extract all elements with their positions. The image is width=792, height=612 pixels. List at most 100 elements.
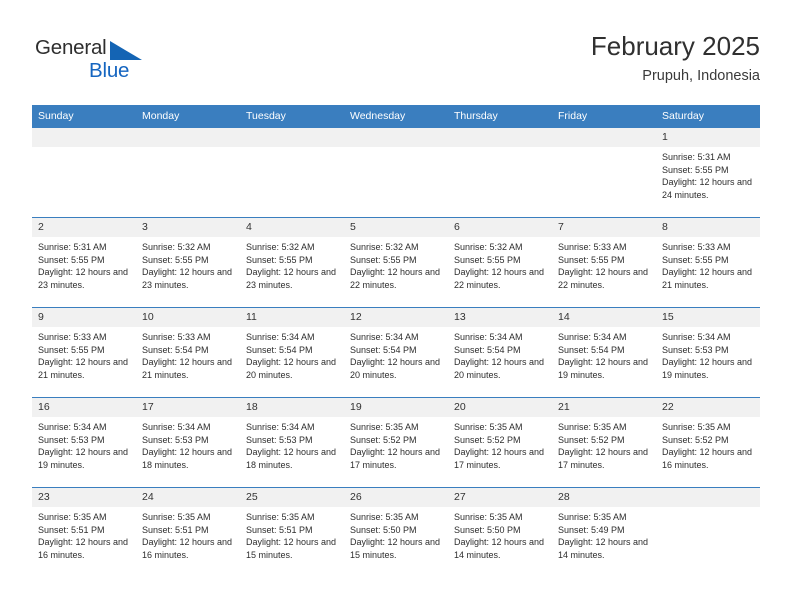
- day-sun-info: Sunrise: 5:34 AM Sunset: 5:54 PM Daylight:…: [448, 327, 552, 381]
- sunset-text: Sunset: 5:50 PM: [454, 524, 521, 535]
- day-number: 9: [32, 308, 136, 327]
- day-sun-info: Sunrise: 5:33 AM Sunset: 5:55 PM Daylight:…: [32, 327, 136, 381]
- sunrise-text: Sunrise: 5:35 AM: [454, 512, 523, 522]
- calendar-day-cell[interactable]: 9 Sunrise: 5:33 AM Sunset: 5:55 PM Daylight…: [32, 307, 136, 398]
- day-number: 8: [656, 218, 760, 237]
- calendar-body: 1 Sunrise: 5:31 AM Sunset: 5:55 PM Daylight…: [32, 127, 760, 577]
- day-sun-info: Sunrise: 5:31 AM Sunset: 5:55 PM Daylight:…: [656, 147, 760, 201]
- sunset-text: Sunset: 5:54 PM: [454, 344, 521, 355]
- daylight-text: Daylight: 12 hours and 16 minutes.: [662, 447, 753, 470]
- calendar-day-cell[interactable]: 14 Sunrise: 5:34 AM Sunset: 5:54 PM Dayligh…: [552, 307, 656, 398]
- day-number: 2: [32, 218, 136, 237]
- day-sun-info: Sunrise: 5:32 AM Sunset: 5:55 PM Daylight:…: [136, 237, 240, 291]
- calendar-day-cell[interactable]: 6 Sunrise: 5:32 AM Sunset: 5:55 PM Daylight…: [448, 217, 552, 308]
- calendar-day-cell[interactable]: 5 Sunrise: 5:32 AM Sunset: 5:55 PM Daylight…: [344, 217, 448, 308]
- calendar-day-cell[interactable]: 3 Sunrise: 5:32 AM Sunset: 5:55 PM Daylight…: [136, 217, 240, 308]
- calendar-day-cell[interactable]: 17 Sunrise: 5:34 AM Sunset: 5:53 PM Dayligh…: [136, 397, 240, 488]
- daylight-text: Daylight: 12 hours and 16 minutes.: [38, 537, 129, 560]
- day-number: 6: [448, 218, 552, 237]
- calendar-week-row: 2 Sunrise: 5:31 AM Sunset: 5:55 PM Daylight…: [32, 217, 760, 308]
- day-sun-info: Sunrise: 5:32 AM Sunset: 5:55 PM Daylight:…: [448, 237, 552, 291]
- calendar-day-cell[interactable]: 12 Sunrise: 5:34 AM Sunset: 5:54 PM Dayligh…: [344, 307, 448, 398]
- general-blue-logo[interactable]: General Blue: [32, 36, 262, 92]
- calendar-day-cell[interactable]: 11 Sunrise: 5:34 AM Sunset: 5:54 PM Dayligh…: [240, 307, 344, 398]
- calendar-day-cell[interactable]: 26 Sunrise: 5:35 AM Sunset: 5:50 PM Dayligh…: [344, 487, 448, 577]
- calendar-day-cell-empty: [344, 127, 448, 218]
- calendar-day-cell[interactable]: 7 Sunrise: 5:33 AM Sunset: 5:55 PM Daylight…: [552, 217, 656, 308]
- day-sun-info: Sunrise: 5:34 AM Sunset: 5:53 PM Daylight:…: [32, 417, 136, 471]
- calendar-day-cell[interactable]: 16 Sunrise: 5:34 AM Sunset: 5:53 PM Dayligh…: [32, 397, 136, 488]
- day-sun-info: Sunrise: 5:34 AM Sunset: 5:53 PM Daylight:…: [656, 327, 760, 381]
- sunrise-text: Sunrise: 5:31 AM: [662, 152, 731, 162]
- sunrise-text: Sunrise: 5:35 AM: [558, 422, 627, 432]
- day-number: 28: [552, 488, 656, 507]
- day-number: [136, 128, 240, 147]
- weekday-header-row: Sunday Monday Tuesday Wednesday Thursday…: [32, 105, 760, 128]
- calendar-day-cell[interactable]: 8 Sunrise: 5:33 AM Sunset: 5:55 PM Daylight…: [656, 217, 760, 308]
- day-number: 11: [240, 308, 344, 327]
- calendar-day-cell[interactable]: 10 Sunrise: 5:33 AM Sunset: 5:54 PM Dayligh…: [136, 307, 240, 398]
- day-sun-info: Sunrise: 5:35 AM Sunset: 5:49 PM Daylight:…: [552, 507, 656, 561]
- calendar-day-cell[interactable]: 28 Sunrise: 5:35 AM Sunset: 5:49 PM Dayligh…: [552, 487, 656, 577]
- day-sun-info: Sunrise: 5:35 AM Sunset: 5:52 PM Daylight:…: [656, 417, 760, 471]
- day-number: 5: [344, 218, 448, 237]
- sunset-text: Sunset: 5:52 PM: [454, 434, 521, 445]
- calendar-day-cell[interactable]: 24 Sunrise: 5:35 AM Sunset: 5:51 PM Dayligh…: [136, 487, 240, 577]
- sunset-text: Sunset: 5:55 PM: [246, 254, 313, 265]
- sunset-text: Sunset: 5:54 PM: [246, 344, 313, 355]
- sunset-text: Sunset: 5:55 PM: [142, 254, 209, 265]
- sunset-text: Sunset: 5:53 PM: [662, 344, 729, 355]
- day-sun-info: Sunrise: 5:35 AM Sunset: 5:52 PM Daylight:…: [552, 417, 656, 471]
- sunset-text: Sunset: 5:55 PM: [350, 254, 417, 265]
- daylight-text: Daylight: 12 hours and 14 minutes.: [454, 537, 545, 560]
- daylight-text: Daylight: 12 hours and 17 minutes.: [454, 447, 545, 470]
- sunrise-text: Sunrise: 5:32 AM: [142, 242, 211, 252]
- sunset-text: Sunset: 5:54 PM: [350, 344, 417, 355]
- daylight-text: Daylight: 12 hours and 20 minutes.: [350, 357, 441, 380]
- daylight-text: Daylight: 12 hours and 24 minutes.: [662, 177, 753, 200]
- day-number: 21: [552, 398, 656, 417]
- calendar-day-cell[interactable]: 4 Sunrise: 5:32 AM Sunset: 5:55 PM Daylight…: [240, 217, 344, 308]
- calendar-day-cell[interactable]: 21 Sunrise: 5:35 AM Sunset: 5:52 PM Dayligh…: [552, 397, 656, 488]
- sunset-text: Sunset: 5:55 PM: [38, 254, 105, 265]
- daylight-text: Daylight: 12 hours and 19 minutes.: [662, 357, 753, 380]
- calendar-day-cell[interactable]: 22 Sunrise: 5:35 AM Sunset: 5:52 PM Dayligh…: [656, 397, 760, 488]
- calendar-day-cell[interactable]: 1 Sunrise: 5:31 AM Sunset: 5:55 PM Daylight…: [656, 127, 760, 218]
- calendar-day-cell-empty: [448, 127, 552, 218]
- day-number: 3: [136, 218, 240, 237]
- calendar-day-cell[interactable]: 25 Sunrise: 5:35 AM Sunset: 5:51 PM Dayligh…: [240, 487, 344, 577]
- calendar-day-cell[interactable]: 23 Sunrise: 5:35 AM Sunset: 5:51 PM Dayligh…: [32, 487, 136, 577]
- calendar-day-cell-empty: [136, 127, 240, 218]
- weekday-header-monday: Monday: [136, 105, 240, 128]
- calendar-day-cell[interactable]: 15 Sunrise: 5:34 AM Sunset: 5:53 PM Dayligh…: [656, 307, 760, 398]
- daylight-text: Daylight: 12 hours and 15 minutes.: [350, 537, 441, 560]
- day-number: 20: [448, 398, 552, 417]
- sunrise-text: Sunrise: 5:33 AM: [142, 332, 211, 342]
- day-number: 1: [656, 128, 760, 147]
- day-number: 7: [552, 218, 656, 237]
- calendar-week-row: 23 Sunrise: 5:35 AM Sunset: 5:51 PM Dayligh…: [32, 487, 760, 577]
- calendar-day-cell[interactable]: 2 Sunrise: 5:31 AM Sunset: 5:55 PM Daylight…: [32, 217, 136, 308]
- day-sun-info: Sunrise: 5:33 AM Sunset: 5:55 PM Daylight:…: [552, 237, 656, 291]
- sunset-text: Sunset: 5:52 PM: [350, 434, 417, 445]
- calendar-day-cell-empty: [552, 127, 656, 218]
- calendar-day-cell[interactable]: 19 Sunrise: 5:35 AM Sunset: 5:52 PM Dayligh…: [344, 397, 448, 488]
- daylight-text: Daylight: 12 hours and 15 minutes.: [246, 537, 337, 560]
- calendar-grid: Sunday Monday Tuesday Wednesday Thursday…: [32, 105, 760, 577]
- calendar-day-cell[interactable]: 20 Sunrise: 5:35 AM Sunset: 5:52 PM Dayligh…: [448, 397, 552, 488]
- logo-text-general: General: [35, 36, 107, 59]
- weekday-header-friday: Friday: [552, 105, 656, 128]
- day-sun-info: Sunrise: 5:34 AM Sunset: 5:54 PM Daylight:…: [344, 327, 448, 381]
- day-sun-info: Sunrise: 5:32 AM Sunset: 5:55 PM Daylight:…: [344, 237, 448, 291]
- calendar-day-cell[interactable]: 18 Sunrise: 5:34 AM Sunset: 5:53 PM Dayligh…: [240, 397, 344, 488]
- day-sun-info: Sunrise: 5:33 AM Sunset: 5:54 PM Daylight:…: [136, 327, 240, 381]
- weekday-header-tuesday: Tuesday: [240, 105, 344, 128]
- sunset-text: Sunset: 5:51 PM: [246, 524, 313, 535]
- logo-text-blue: Blue: [89, 59, 130, 82]
- calendar-day-cell[interactable]: 27 Sunrise: 5:35 AM Sunset: 5:50 PM Dayligh…: [448, 487, 552, 577]
- calendar-page: General Blue February 2025 Prupuh, Indon…: [0, 0, 792, 612]
- weekday-header-sunday: Sunday: [32, 105, 136, 128]
- calendar-day-cell[interactable]: 13 Sunrise: 5:34 AM Sunset: 5:54 PM Dayligh…: [448, 307, 552, 398]
- sunrise-text: Sunrise: 5:34 AM: [662, 332, 731, 342]
- day-sun-info: Sunrise: 5:35 AM Sunset: 5:50 PM Daylight:…: [448, 507, 552, 561]
